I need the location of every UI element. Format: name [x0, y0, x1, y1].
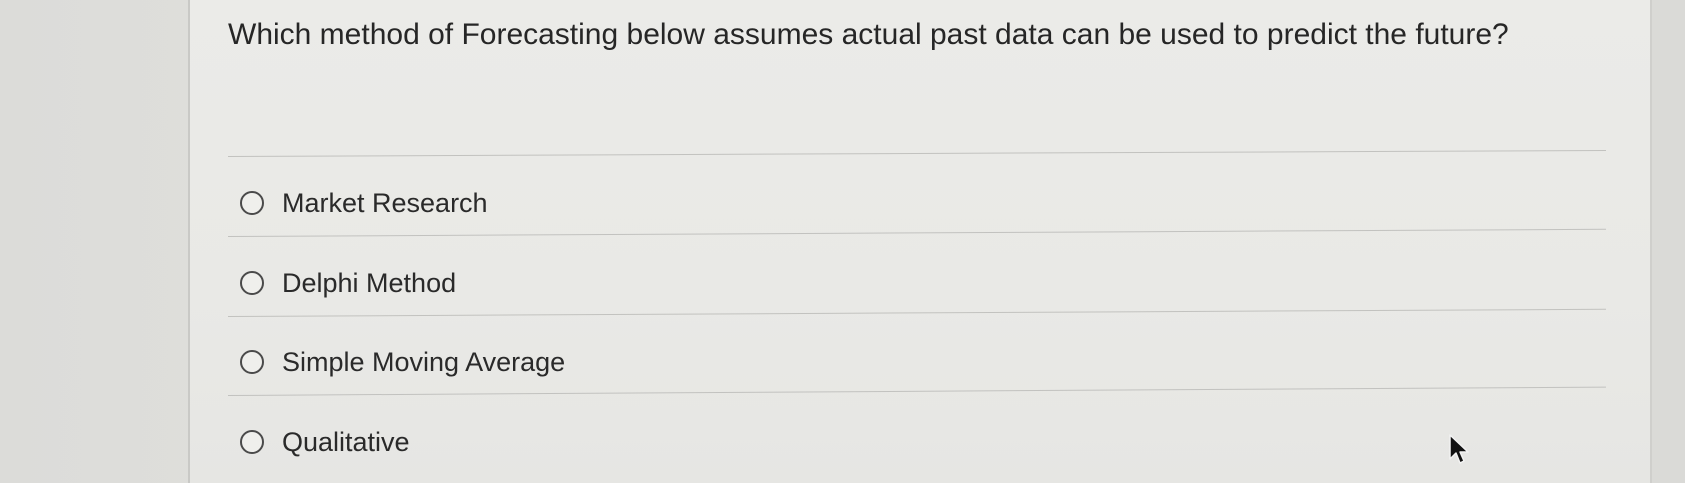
option-market-research[interactable]: Market Research — [240, 183, 488, 223]
option-qualitative[interactable]: Qualitative — [240, 422, 410, 462]
divider — [227, 149, 1606, 157]
divider — [227, 386, 1606, 396]
screen: Which method of Forecasting below assume… — [0, 0, 1685, 483]
option-delphi-method[interactable]: Delphi Method — [240, 263, 456, 303]
option-label: Delphi Method — [282, 267, 457, 298]
option-label: Qualitative — [282, 426, 410, 457]
question-card: Which method of Forecasting below assume… — [188, 0, 1652, 483]
radio-button[interactable] — [240, 430, 264, 454]
radio-button[interactable] — [240, 191, 264, 215]
divider — [227, 228, 1606, 237]
mouse-pointer-icon — [1449, 434, 1469, 464]
option-label: Simple Moving Average — [282, 346, 566, 377]
radio-button[interactable] — [240, 271, 264, 295]
option-simple-moving-average[interactable]: Simple Moving Average — [240, 342, 565, 382]
question-text: Which method of Forecasting below assume… — [228, 18, 1509, 51]
radio-button[interactable] — [240, 350, 264, 374]
option-label: Market Research — [282, 187, 488, 218]
divider — [227, 308, 1606, 317]
